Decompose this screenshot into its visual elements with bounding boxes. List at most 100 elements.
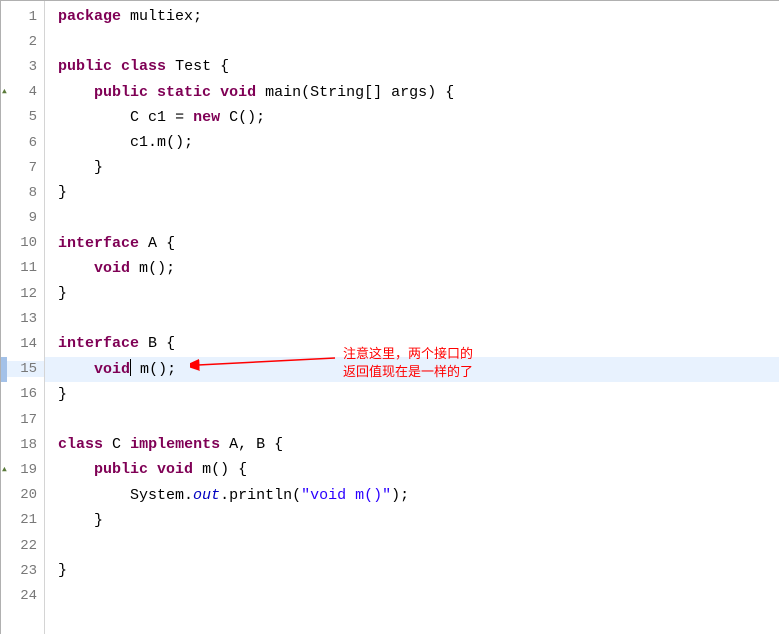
gutter-row: 21 xyxy=(1,508,44,533)
token-plain: . xyxy=(148,134,157,151)
token-kw: implements xyxy=(130,436,220,453)
line-number: 21 xyxy=(1,512,44,528)
code-line[interactable] xyxy=(45,407,779,432)
code-line[interactable] xyxy=(45,206,779,231)
token-kw: void xyxy=(157,461,193,478)
code-line[interactable] xyxy=(45,29,779,54)
line-number: 23 xyxy=(1,563,44,579)
token-plain xyxy=(49,260,94,277)
code-line[interactable]: interface A { xyxy=(45,231,779,256)
token-kw: void xyxy=(94,361,130,378)
token-plain: } xyxy=(49,512,103,529)
gutter-row: 1 xyxy=(1,4,44,29)
token-plain: main xyxy=(265,84,301,101)
code-line[interactable]: public class Test { xyxy=(45,54,779,79)
token-plain: ; xyxy=(193,8,202,25)
gutter-row: 15 xyxy=(1,357,44,382)
token-type: Test xyxy=(175,58,211,75)
token-plain: multiex xyxy=(130,8,193,25)
token-plain: (); xyxy=(166,134,193,151)
code-line[interactable]: } xyxy=(45,382,779,407)
token-type: String xyxy=(310,84,364,101)
token-plain: println xyxy=(229,487,292,504)
gutter-row: 10 xyxy=(1,231,44,256)
gutter-row: 11 xyxy=(1,256,44,281)
line-number: 24 xyxy=(1,588,44,604)
code-line[interactable]: } xyxy=(45,508,779,533)
token-plain xyxy=(139,109,148,126)
code-line[interactable]: } xyxy=(45,558,779,583)
gutter-row: 4▲ xyxy=(1,80,44,105)
token-kw: interface xyxy=(58,335,139,352)
line-number: 2 xyxy=(1,34,44,50)
token-plain: ) { xyxy=(427,84,454,101)
token-kw: public xyxy=(94,84,148,101)
token-kw: public xyxy=(94,461,148,478)
line-number: 10 xyxy=(1,235,44,251)
line-number: 7 xyxy=(1,160,44,176)
token-type: A xyxy=(148,235,157,252)
token-plain: } xyxy=(49,184,67,201)
line-number: 11 xyxy=(1,260,44,276)
code-line[interactable]: System.out.println("void m()"); xyxy=(45,483,779,508)
token-plain: } xyxy=(49,562,67,579)
code-line[interactable] xyxy=(45,306,779,331)
token-plain xyxy=(49,134,130,151)
token-kw: new xyxy=(193,109,220,126)
code-line[interactable] xyxy=(45,583,779,608)
token-plain xyxy=(131,361,140,378)
code-line[interactable]: } xyxy=(45,180,779,205)
token-plain xyxy=(49,8,58,25)
token-plain xyxy=(49,361,94,378)
token-type: B xyxy=(256,436,265,453)
code-line[interactable]: void m(); xyxy=(45,256,779,281)
token-plain xyxy=(220,109,229,126)
token-type: C xyxy=(130,109,139,126)
token-plain: m xyxy=(157,134,166,151)
code-line[interactable]: public void m() { xyxy=(45,457,779,482)
token-plain: ( xyxy=(301,84,310,101)
token-plain: () { xyxy=(211,461,247,478)
override-marker-icon: ▲ xyxy=(2,465,7,474)
code-area[interactable]: 注意这里，两个接口的 返回值现在是一样的了 package multiex; p… xyxy=(45,1,779,634)
code-line[interactable]: class C implements A, B { xyxy=(45,432,779,457)
code-line[interactable] xyxy=(45,533,779,558)
gutter-row: 12 xyxy=(1,281,44,306)
gutter-row: 18 xyxy=(1,432,44,457)
token-plain: } xyxy=(49,285,67,302)
code-line[interactable]: } xyxy=(45,281,779,306)
token-str: "void m()" xyxy=(301,487,391,504)
code-line[interactable]: package multiex; xyxy=(45,4,779,29)
line-number: 9 xyxy=(1,210,44,226)
token-plain: (); xyxy=(148,260,175,277)
code-line[interactable]: c1.m(); xyxy=(45,130,779,155)
gutter-row: 5 xyxy=(1,105,44,130)
token-type: A xyxy=(229,436,238,453)
gutter: 1234▲5678910111213141516171819▲202122232… xyxy=(1,1,45,634)
token-type: System xyxy=(130,487,184,504)
token-plain xyxy=(148,461,157,478)
gutter-row: 6 xyxy=(1,130,44,155)
code-line[interactable]: } xyxy=(45,155,779,180)
token-plain: (); xyxy=(149,361,176,378)
token-plain xyxy=(193,461,202,478)
token-plain: . xyxy=(220,487,229,504)
token-kw: void xyxy=(220,84,256,101)
gutter-row: 3 xyxy=(1,54,44,79)
token-plain xyxy=(256,84,265,101)
token-plain: m xyxy=(139,260,148,277)
token-plain xyxy=(49,84,94,101)
code-line[interactable]: C c1 = new C(); xyxy=(45,105,779,130)
token-plain xyxy=(49,109,130,126)
token-plain xyxy=(49,210,58,227)
token-plain xyxy=(112,58,121,75)
token-plain xyxy=(139,235,148,252)
token-plain xyxy=(49,411,58,428)
gutter-row: 13 xyxy=(1,306,44,331)
code-line[interactable]: public static void main(String[] args) { xyxy=(45,80,779,105)
token-plain: = xyxy=(166,109,193,126)
line-number: 14 xyxy=(1,336,44,352)
token-plain: { xyxy=(157,335,175,352)
token-type: B xyxy=(148,335,157,352)
token-plain: ( xyxy=(292,487,301,504)
